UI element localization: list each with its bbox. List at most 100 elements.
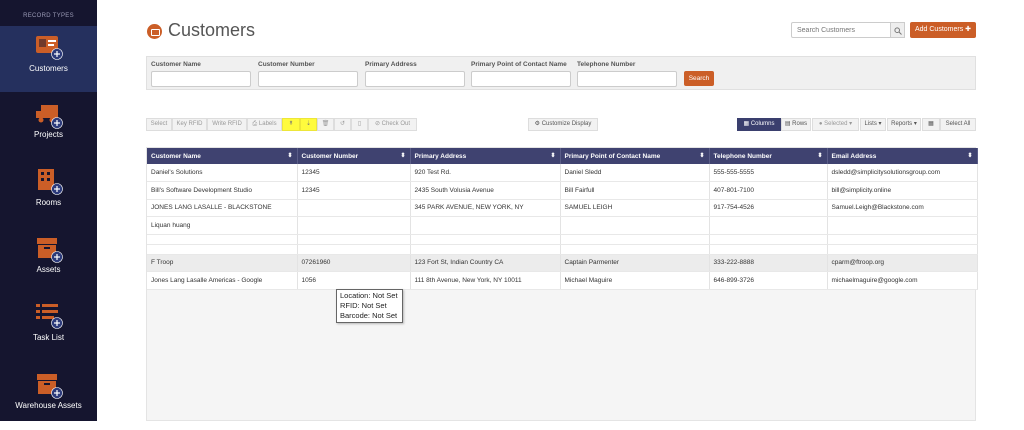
sidebar-item-warehouse-assets[interactable]: Warehouse Assets bbox=[0, 364, 97, 430]
customer-name-filter[interactable] bbox=[151, 71, 251, 87]
column-header[interactable]: Customer Name ⬍ bbox=[147, 148, 298, 164]
table-cell bbox=[709, 234, 828, 245]
column-header[interactable]: Primary Point of Contact Name ⬍ bbox=[560, 148, 710, 164]
reports-dropdown[interactable]: Reports ▾ bbox=[887, 118, 921, 131]
table-cell: Daniel Sledd bbox=[560, 164, 710, 182]
check-out-button[interactable]: ⊘ Check Out bbox=[368, 118, 417, 131]
spread-icon: ⇣ bbox=[305, 121, 312, 127]
sidebar-item-label: Task List bbox=[32, 333, 65, 342]
building-icon bbox=[38, 169, 63, 195]
table-cell: SAMUEL LEIGH bbox=[560, 199, 710, 217]
table-cell: 333-222-8888 bbox=[709, 254, 828, 272]
table-row[interactable]: Daniel's Solutions 12345 920 Test Rd. Da… bbox=[147, 164, 978, 182]
list-icon bbox=[36, 304, 63, 329]
column-header[interactable]: Primary Address ⬍ bbox=[410, 148, 561, 164]
tooltip-barcode: Barcode: Not Set bbox=[340, 311, 398, 320]
table-cell: Jones Lang Lasalle Americas - Google bbox=[147, 271, 298, 290]
table-cell: Bill's Software Development Studio bbox=[147, 181, 298, 200]
sidebar-item-task-list[interactable]: Task List bbox=[0, 296, 97, 362]
contact-name-filter[interactable] bbox=[471, 71, 571, 87]
search-button[interactable] bbox=[891, 22, 905, 38]
rows-icon: ▤ bbox=[784, 121, 791, 127]
table-row[interactable]: Liquan huang bbox=[147, 216, 978, 235]
select-button[interactable]: Select bbox=[146, 118, 172, 131]
check-out-label: Check Out bbox=[381, 121, 411, 127]
document-button[interactable]: ▯ bbox=[351, 118, 368, 131]
table-cell: Michael Maguire bbox=[560, 271, 710, 290]
table-cell: 12345 bbox=[297, 181, 411, 200]
filter-label: Customer Name bbox=[151, 61, 201, 68]
search-input[interactable] bbox=[791, 22, 891, 38]
truck-icon bbox=[36, 105, 63, 129]
sidebar-item-customers[interactable]: Customers bbox=[0, 26, 97, 92]
table-cell: dsledd@simplicitysolutionsgroup.com bbox=[827, 164, 978, 182]
trash-icon: 🗑 bbox=[321, 121, 330, 127]
telephone-filter[interactable] bbox=[577, 71, 677, 87]
table-cell: Samuel.Leigh@Blackstone.com bbox=[827, 199, 978, 217]
table-row[interactable]: F Troop 07261960 123 Fort St, Indian Cou… bbox=[147, 254, 978, 272]
sidebar-item-label: Warehouse Assets bbox=[15, 401, 82, 410]
table-row[interactable]: Bill's Software Development Studio 12345… bbox=[147, 181, 978, 200]
sidebar-item-label: Rooms bbox=[35, 198, 62, 207]
table-row[interactable]: JONES LANG LASALLE - BLACKSTONE 345 PARK… bbox=[147, 199, 978, 217]
add-customers-button[interactable]: Add Customers ✚ bbox=[910, 22, 976, 38]
print-icon: ⎙ bbox=[252, 121, 258, 127]
table-cell bbox=[560, 234, 710, 245]
toolbar-highlighted-button-1[interactable]: ↟ bbox=[282, 118, 300, 131]
table-cell: 345 PARK AVENUE, NEW YORK, NY bbox=[410, 199, 561, 217]
selected-dropdown[interactable]: ● Selected ▾ bbox=[812, 118, 859, 131]
table-row[interactable] bbox=[147, 234, 978, 245]
table-cell: 407-801-7100 bbox=[709, 181, 828, 200]
box-icon bbox=[37, 238, 63, 263]
table-cell bbox=[709, 216, 828, 235]
table-row[interactable]: Jones Lang Lasalle Americas - Google 105… bbox=[147, 271, 978, 290]
table-cell: F Troop bbox=[147, 254, 298, 272]
customize-label: Customize Display bbox=[541, 121, 592, 127]
table-cell: michaelmaguire@google.com bbox=[827, 271, 978, 290]
sort-icon: ⬍ bbox=[400, 153, 406, 159]
primary-address-filter[interactable] bbox=[365, 71, 465, 87]
column-header[interactable]: Telephone Number ⬍ bbox=[709, 148, 828, 164]
gear-icon: ⚙ bbox=[534, 121, 541, 127]
sidebar-item-assets[interactable]: Assets bbox=[0, 228, 97, 294]
table-row[interactable] bbox=[147, 244, 978, 255]
sidebar-item-projects[interactable]: Projects bbox=[0, 94, 97, 160]
write-rfid-button[interactable]: Write RFID bbox=[207, 118, 247, 131]
columns-label: Columns bbox=[750, 121, 775, 127]
labels-label: Labels bbox=[258, 121, 277, 127]
history-button[interactable]: ↺ bbox=[334, 118, 351, 131]
column-header[interactable]: Customer Number ⬍ bbox=[297, 148, 411, 164]
toolbar-highlighted-button-2[interactable]: ⇣ bbox=[300, 118, 317, 131]
key-rfid-button[interactable]: Key RFID bbox=[172, 118, 207, 131]
columns-toggle[interactable]: ▦ Columns bbox=[737, 118, 781, 131]
table-cell bbox=[560, 216, 710, 235]
rows-label: Rows bbox=[792, 121, 808, 127]
sidebar: RECORD TYPES Customers Projects Rooms As… bbox=[0, 0, 97, 421]
table-cell bbox=[297, 216, 411, 235]
table-cell: Bill Fairfull bbox=[560, 181, 710, 200]
filter-label: Customer Number bbox=[258, 61, 315, 68]
filter-search-button[interactable]: Search bbox=[684, 71, 714, 86]
column-header[interactable]: Email Address ⬍ bbox=[827, 148, 978, 164]
sidebar-item-rooms[interactable]: Rooms bbox=[0, 160, 97, 226]
customer-number-filter[interactable] bbox=[258, 71, 358, 87]
lists-dropdown[interactable]: Lists ▾ bbox=[860, 118, 886, 131]
table-cell bbox=[297, 234, 411, 245]
sort-icon: ⬍ bbox=[287, 153, 293, 159]
table-cell: Captain Parmenter bbox=[560, 254, 710, 272]
table-cell: 555-555-5555 bbox=[709, 164, 828, 182]
table-header-row: Customer Name ⬍ Customer Number ⬍ Primary … bbox=[147, 148, 978, 164]
table-cell bbox=[410, 216, 561, 235]
tooltip-location: Location: Not Set bbox=[340, 291, 398, 300]
table-cell: Liquan huang bbox=[147, 216, 298, 235]
sidebar-item-label: Projects bbox=[34, 130, 63, 139]
table-cell: Daniel's Solutions bbox=[147, 164, 298, 182]
customize-display-button[interactable]: ⚙ Customize Display bbox=[528, 118, 598, 131]
delete-button[interactable]: 🗑 bbox=[317, 118, 334, 131]
rows-toggle[interactable]: ▤ Rows bbox=[781, 118, 811, 131]
select-all-button[interactable]: Select All bbox=[940, 118, 976, 131]
labels-button[interactable]: ⎙ Labels bbox=[247, 118, 282, 131]
table-cell: cparm@ftroop.org bbox=[827, 254, 978, 272]
grid-view-button[interactable]: ▦ bbox=[922, 118, 940, 131]
up-arrow-icon: ↟ bbox=[288, 121, 294, 127]
